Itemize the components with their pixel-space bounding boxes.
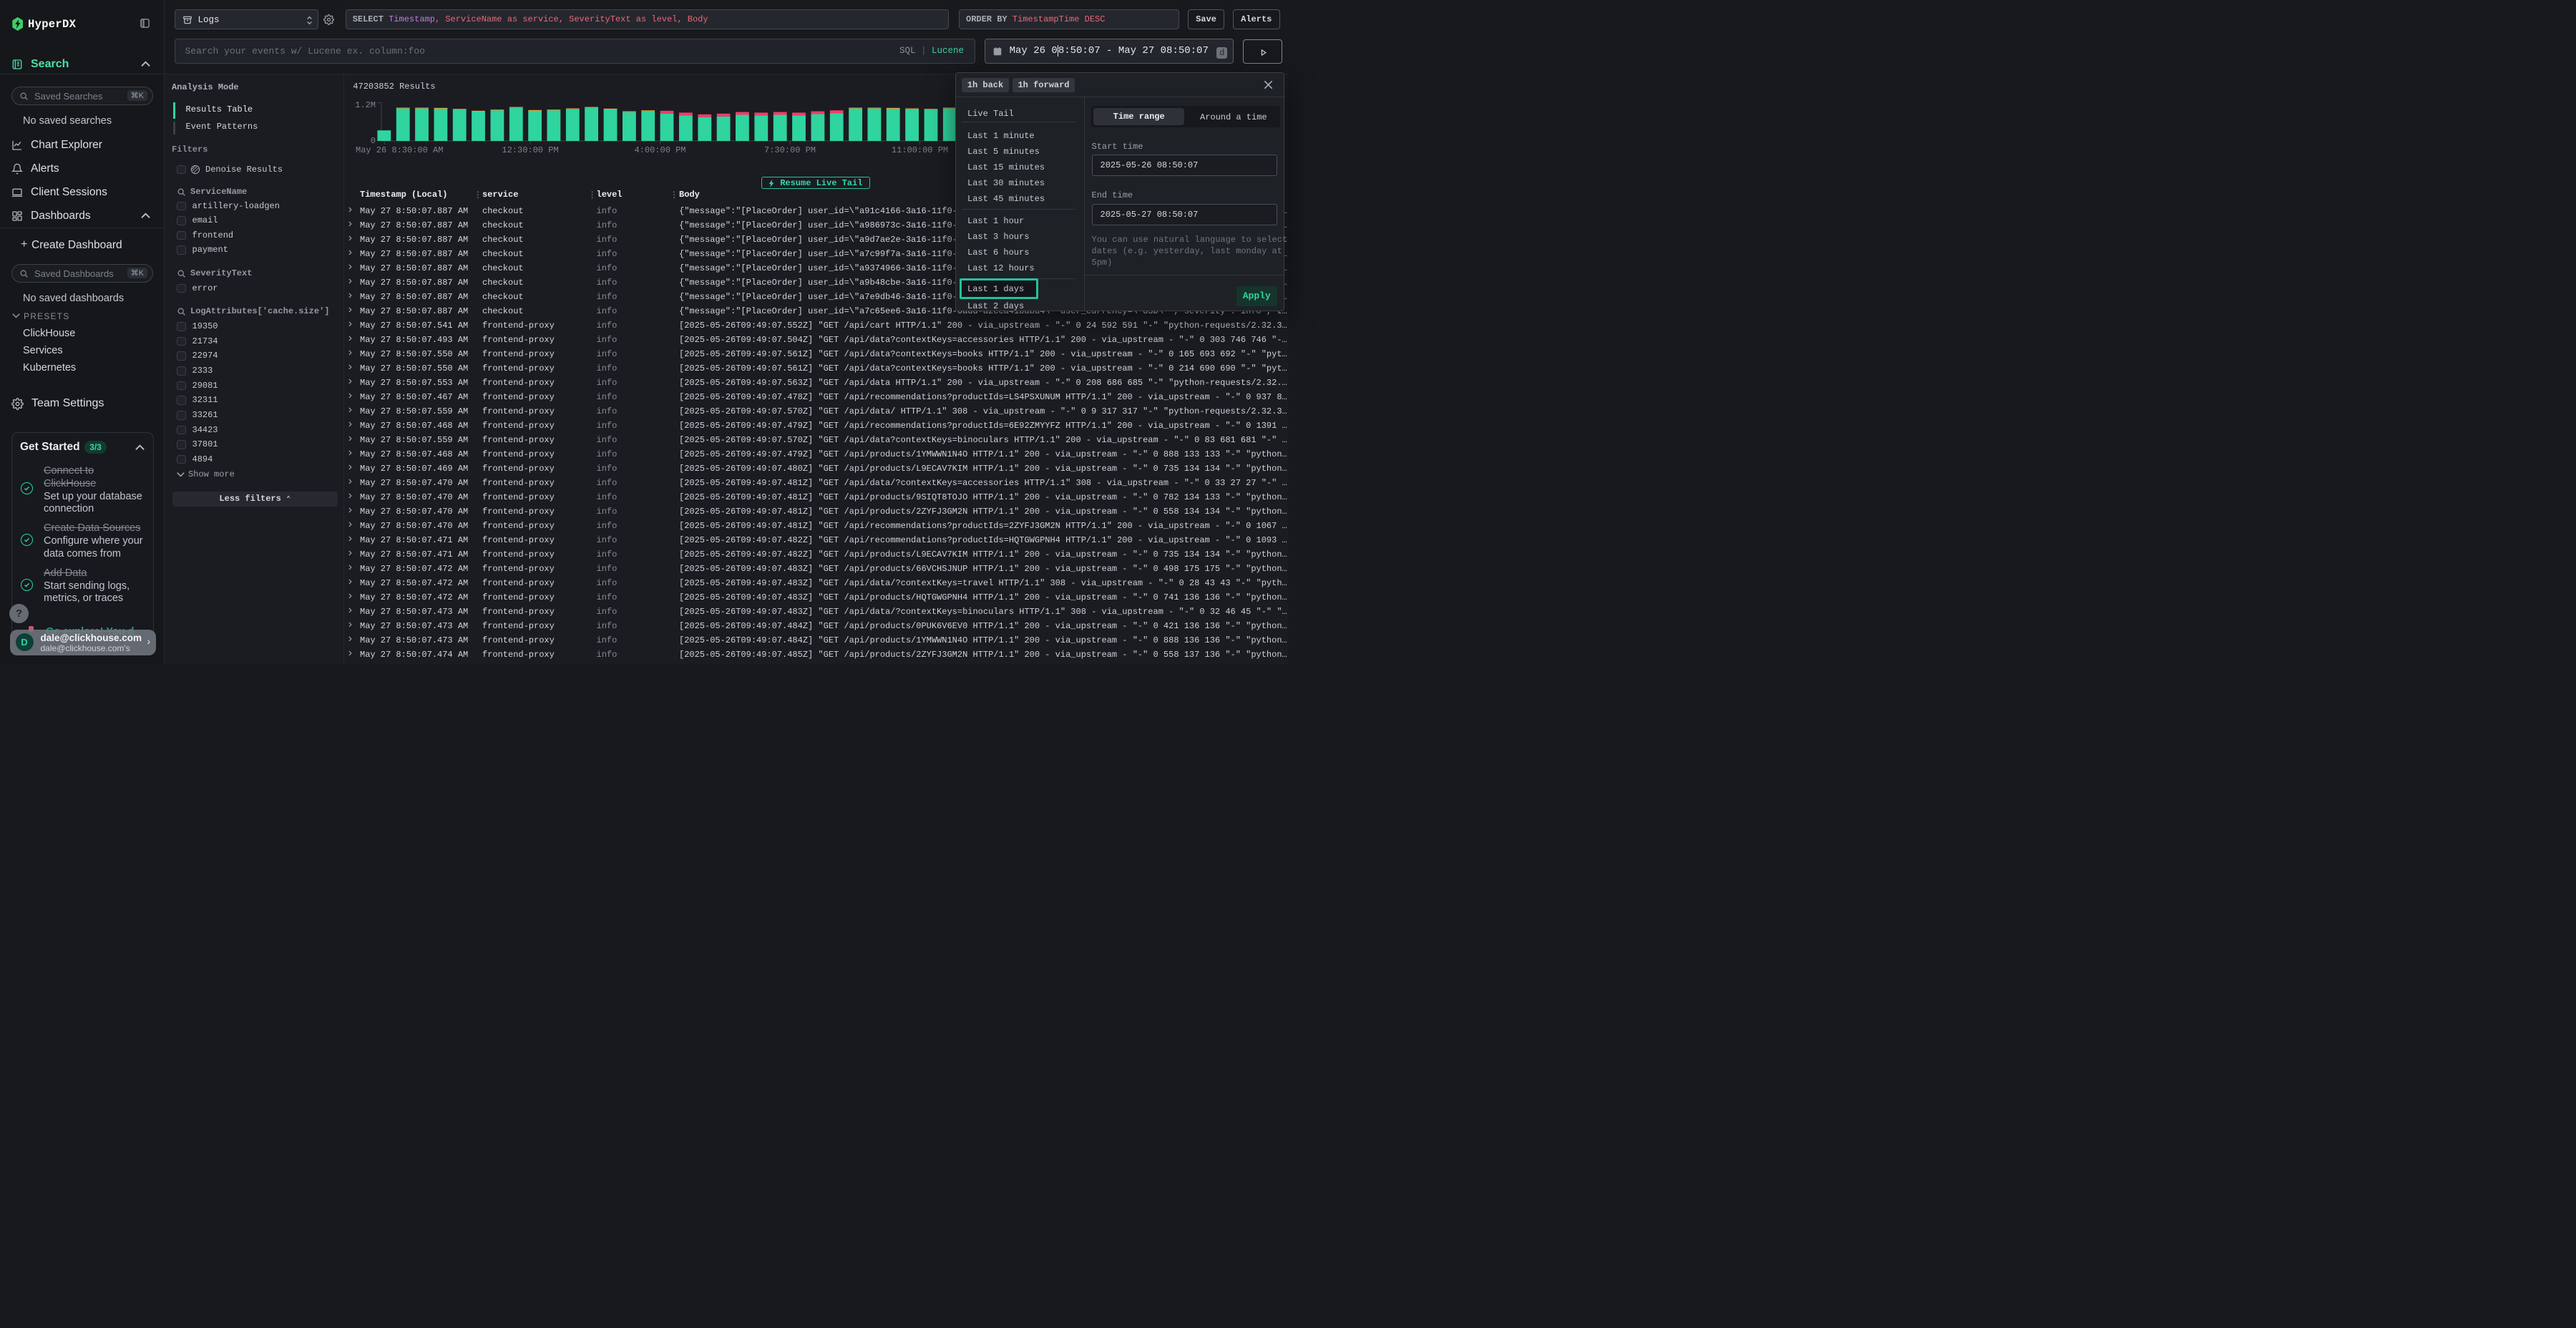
svg-text:12:30:00 PM: 12:30:00 PM bbox=[502, 145, 558, 155]
svg-text:4:00:00 PM: 4:00:00 PM bbox=[634, 145, 686, 155]
svg-text:May 26 8:30:00 AM: May 26 8:30:00 AM bbox=[356, 145, 443, 155]
svg-text:7:30:00 PM: 7:30:00 PM bbox=[764, 145, 816, 155]
svg-text:11:00:00 PM: 11:00:00 PM bbox=[892, 145, 948, 155]
svg-text:0: 0 bbox=[371, 136, 376, 146]
svg-text:1.2M: 1.2M bbox=[355, 100, 376, 110]
